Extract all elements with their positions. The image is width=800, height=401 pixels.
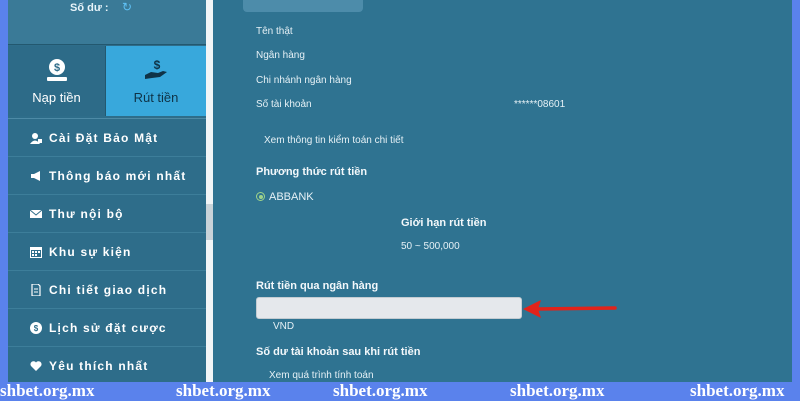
withdraw-button[interactable]: $ Rút tiền — [106, 46, 206, 116]
withdraw-label: Rút tiền — [133, 89, 179, 105]
red-arrow-annotation — [523, 300, 617, 318]
real-name-label: Tên thật — [256, 26, 293, 37]
withdraw-limit-title: Giới hạn rút tiền — [401, 217, 487, 229]
account-number-value: ******08601 — [514, 99, 566, 110]
sidebar-divider — [206, 0, 213, 382]
account-number-label: Số tài khoản — [256, 99, 312, 110]
watermark-text: shbet.org.mx — [510, 381, 605, 400]
branch-label: Chi nhánh ngân hàng — [256, 75, 352, 86]
money-bag-icon: $ — [46, 58, 67, 81]
sidebar-item-label: Chi tiết giao dịch — [49, 282, 168, 297]
sidebar-item-label: Lịch sử đặt cược — [49, 320, 167, 335]
watermark-text: shbet.org.mx — [333, 381, 428, 400]
calendar-icon — [30, 246, 42, 258]
divider-notch — [206, 204, 213, 240]
svg-text:$: $ — [34, 324, 39, 333]
sidebar-item-label: Thư nội bộ — [49, 206, 124, 221]
withdraw-panel: Tên thật Ngân hàng Chi nhánh ngân hàng S… — [213, 0, 792, 382]
method-radio[interactable] — [256, 192, 265, 201]
watermark-text: shbet.org.mx — [690, 381, 785, 400]
sidebar-item-label: Khu sự kiện — [49, 244, 132, 259]
deposit-button[interactable]: $ Nạp tiền — [8, 46, 106, 116]
user-lock-icon — [30, 132, 42, 144]
sidebar-item-inbox[interactable]: Thư nội bộ — [8, 194, 206, 232]
envelope-icon — [30, 208, 42, 220]
watermark-text: shbet.org.mx — [176, 381, 271, 400]
heart-icon — [30, 360, 42, 372]
deposit-label: Nạp tiền — [32, 89, 81, 105]
withdraw-amount-input[interactable] — [256, 297, 522, 319]
bank-withdraw-title: Rút tiền qua ngân hàng — [256, 280, 379, 292]
sidebar-item-news[interactable]: Thông báo mới nhất — [8, 156, 206, 194]
sidebar-item-transactions[interactable]: Chi tiết giao dịch — [8, 270, 206, 308]
sidebar-item-label: Thông báo mới nhất — [49, 168, 187, 183]
audit-details-link[interactable]: Xem thông tin kiểm toán chi tiết — [264, 135, 404, 146]
action-row: $ Nạp tiền $ Rút tiền — [8, 46, 206, 116]
megaphone-icon — [30, 170, 42, 182]
bank-label: Ngân hàng — [256, 50, 305, 61]
sidebar-item-favorites[interactable]: Yêu thích nhất — [8, 346, 206, 382]
sidebar: Số dư : ↻ $ Nạp tiền $ Rút tiền Cài Đặt … — [8, 0, 206, 382]
sidebar-item-label: Cài Đặt Bảo Mật — [49, 130, 159, 145]
balance-row: Số dư : ↻ — [8, 0, 206, 45]
sidebar-menu: Cài Đặt Bảo Mật Thông báo mới nhất Thư n… — [8, 118, 206, 382]
refresh-icon[interactable]: ↻ — [122, 0, 132, 14]
app-frame: Số dư : ↻ $ Nạp tiền $ Rút tiền Cài Đặt … — [8, 0, 792, 382]
balance-label: Số dư : — [70, 2, 109, 14]
document-icon — [30, 283, 42, 296]
withdraw-limit-value: 50 ~ 500,000 — [401, 241, 460, 252]
hand-money-icon: $ — [145, 58, 167, 79]
withdraw-method-title: Phương thức rút tiền — [256, 166, 368, 178]
panel-top-tab — [243, 0, 363, 12]
method-option-label: ABBANK — [269, 191, 314, 203]
sidebar-item-events[interactable]: Khu sự kiện — [8, 232, 206, 270]
svg-text:$: $ — [154, 58, 161, 72]
watermark-text: shbet.org.mx — [0, 381, 95, 400]
svg-text:$: $ — [53, 62, 59, 74]
sidebar-item-bet-history[interactable]: $ Lịch sử đặt cược — [8, 308, 206, 346]
currency-label: VND — [273, 321, 295, 332]
coin-icon: $ — [30, 321, 42, 334]
sidebar-item-label: Yêu thích nhất — [49, 358, 149, 373]
sidebar-item-security[interactable]: Cài Đặt Bảo Mật — [8, 118, 206, 156]
balance-after-title: Số dư tài khoản sau khi rút tiền — [256, 346, 421, 358]
calculation-link[interactable]: Xem quá trình tính toán — [269, 370, 374, 381]
